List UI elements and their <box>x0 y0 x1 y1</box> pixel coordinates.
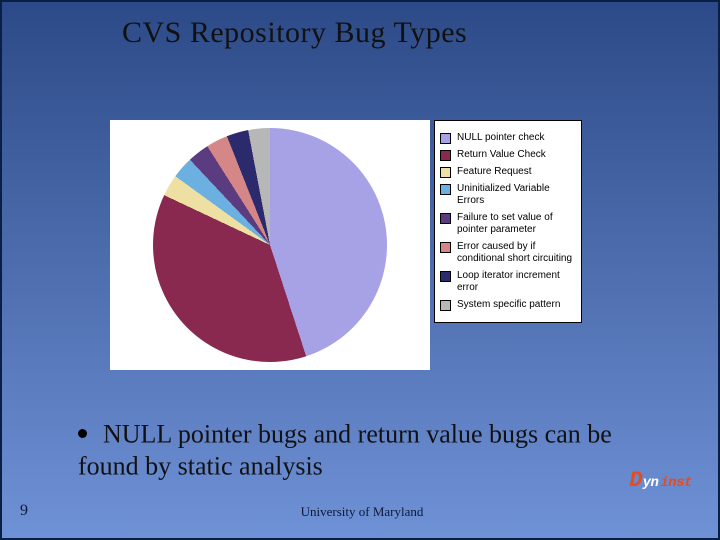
legend-swatch <box>440 300 451 311</box>
legend-label: System specific pattern <box>457 299 560 311</box>
legend-swatch <box>440 150 451 161</box>
legend-label: Error caused by if conditional short cir… <box>457 241 576 265</box>
pie-chart-panel <box>110 120 430 370</box>
legend-label: Return Value Check <box>457 149 546 161</box>
legend-row: Return Value Check <box>440 149 576 161</box>
legend-swatch <box>440 242 451 253</box>
pie-chart <box>153 128 387 362</box>
legend-label: Feature Request <box>457 166 532 178</box>
pie-graphic <box>153 128 387 362</box>
legend-row: Uninitialized Variable Errors <box>440 183 576 207</box>
legend-label: NULL pointer check <box>457 132 544 144</box>
legend-swatch <box>440 271 451 282</box>
chart-legend: NULL pointer check Return Value Check Feat… <box>434 120 582 323</box>
legend-row: Error caused by if conditional short cir… <box>440 241 576 265</box>
legend-swatch <box>440 184 451 195</box>
legend-swatch <box>440 213 451 224</box>
page-title: CVS Repository Bug Types <box>122 16 718 50</box>
legend-swatch <box>440 167 451 178</box>
bullet-item: NULL pointer bugs and return value bugs … <box>78 418 678 483</box>
logo-inst: inst <box>660 476 692 490</box>
legend-row: NULL pointer check <box>440 132 576 144</box>
bullet-dot-icon <box>78 429 87 438</box>
legend-swatch <box>440 133 451 144</box>
slide: CVS Repository Bug Types NULL pointer ch… <box>0 0 720 540</box>
logo-d: D <box>629 470 642 492</box>
legend-row: Failure to set value of pointer paramete… <box>440 212 576 236</box>
legend-label: Loop iterator increment error <box>457 270 576 294</box>
bullet-text: NULL pointer bugs and return value bugs … <box>78 420 612 481</box>
legend-row: Feature Request <box>440 166 576 178</box>
dyninst-logo: Dyninst <box>629 470 692 492</box>
legend-label: Failure to set value of pointer paramete… <box>457 212 576 236</box>
footer-text: University of Maryland <box>2 504 720 520</box>
legend-row: System specific pattern <box>440 299 576 311</box>
logo-yn: yn <box>643 476 659 490</box>
legend-row: Loop iterator increment error <box>440 270 576 294</box>
legend-label: Uninitialized Variable Errors <box>457 183 576 207</box>
